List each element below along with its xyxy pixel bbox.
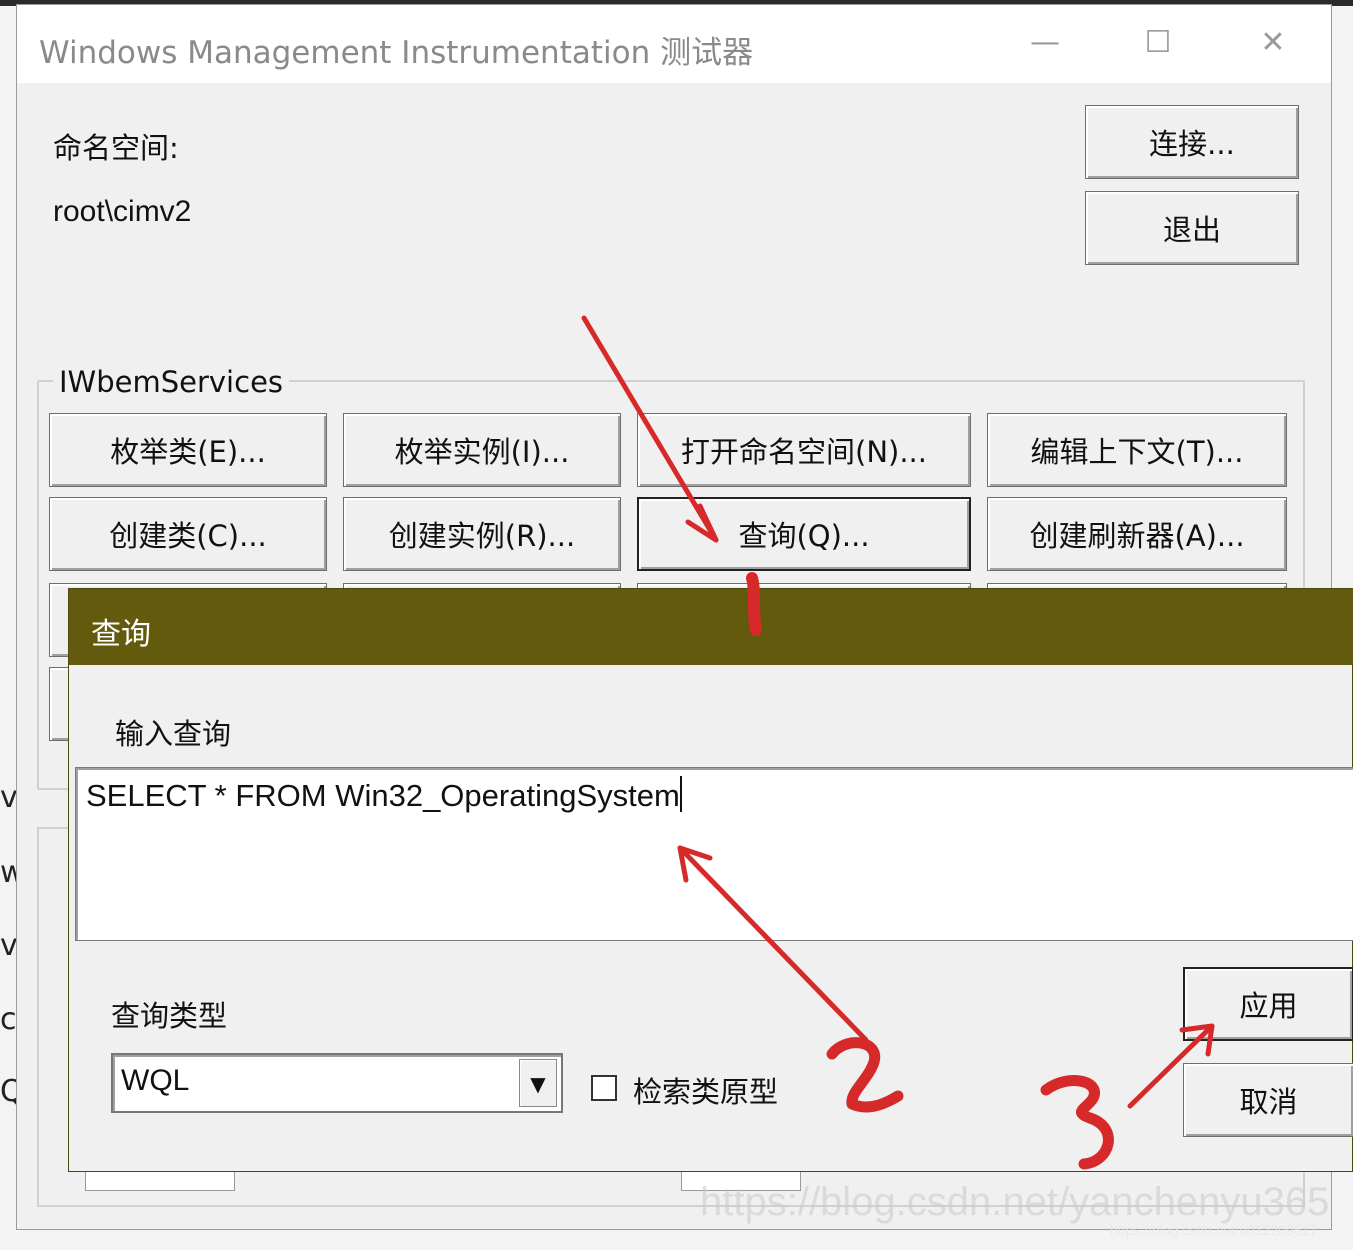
dropdown-arrow-icon[interactable]: ▼: [519, 1059, 557, 1107]
namespace-label: 命名空间:: [53, 131, 179, 165]
query-type-value: WQL: [121, 1064, 190, 1097]
retrieve-class-prototype-label: 检索类原型: [633, 1075, 779, 1109]
create-instance-button[interactable]: 创建实例(R)...: [343, 497, 621, 571]
apply-button[interactable]: 应用: [1183, 967, 1353, 1041]
query-text: SELECT * FROM Win32_OperatingSystem: [86, 778, 680, 813]
window-title: Windows Management Instrumentation 测试器: [39, 35, 754, 71]
namespace-value: root\cimv2: [53, 195, 192, 228]
query-button[interactable]: 查询(Q)...: [637, 497, 971, 571]
watermark-small: https://blog.csdn.net/u012209617: [1110, 1222, 1318, 1238]
maximize-button[interactable]: ☐: [1130, 15, 1186, 71]
close-button[interactable]: ✕: [1245, 15, 1301, 71]
enum-instances-button[interactable]: 枚举实例(I)...: [343, 413, 621, 487]
iwbemservices-group-label: IWbemServices: [53, 365, 290, 399]
query-dialog-title-bar[interactable]: 查询: [69, 589, 1353, 665]
minimize-button[interactable]: —: [1017, 15, 1073, 71]
enter-query-label: 输入查询: [115, 717, 232, 751]
create-refresher-button[interactable]: 创建刷新器(A)...: [987, 497, 1287, 571]
query-input[interactable]: SELECT * FROM Win32_OperatingSystem: [75, 767, 1353, 941]
enum-classes-button[interactable]: 枚举类(E)...: [49, 413, 327, 487]
title-bar[interactable]: Windows Management Instrumentation 测试器 —…: [17, 5, 1331, 83]
text-caret: [679, 776, 682, 812]
exit-button[interactable]: 退出: [1085, 191, 1299, 265]
create-class-button[interactable]: 创建类(C)...: [49, 497, 327, 571]
query-dialog: 查询 输入查询 SELECT * FROM Win32_OperatingSys…: [68, 588, 1353, 1172]
query-dialog-title: 查询: [91, 617, 151, 652]
query-type-label: 查询类型: [111, 999, 228, 1033]
query-type-select[interactable]: WQL ▼: [111, 1053, 563, 1113]
watermark: https://blog.csdn.net/yanchenyu365: [700, 1180, 1330, 1224]
open-namespace-button[interactable]: 打开命名空间(N)...: [637, 413, 971, 487]
cancel-button[interactable]: 取消: [1183, 1063, 1353, 1137]
edit-context-button[interactable]: 编辑上下文(T)...: [987, 413, 1287, 487]
connect-button[interactable]: 连接...: [1085, 105, 1299, 179]
retrieve-class-prototype-checkbox[interactable]: [591, 1075, 617, 1101]
